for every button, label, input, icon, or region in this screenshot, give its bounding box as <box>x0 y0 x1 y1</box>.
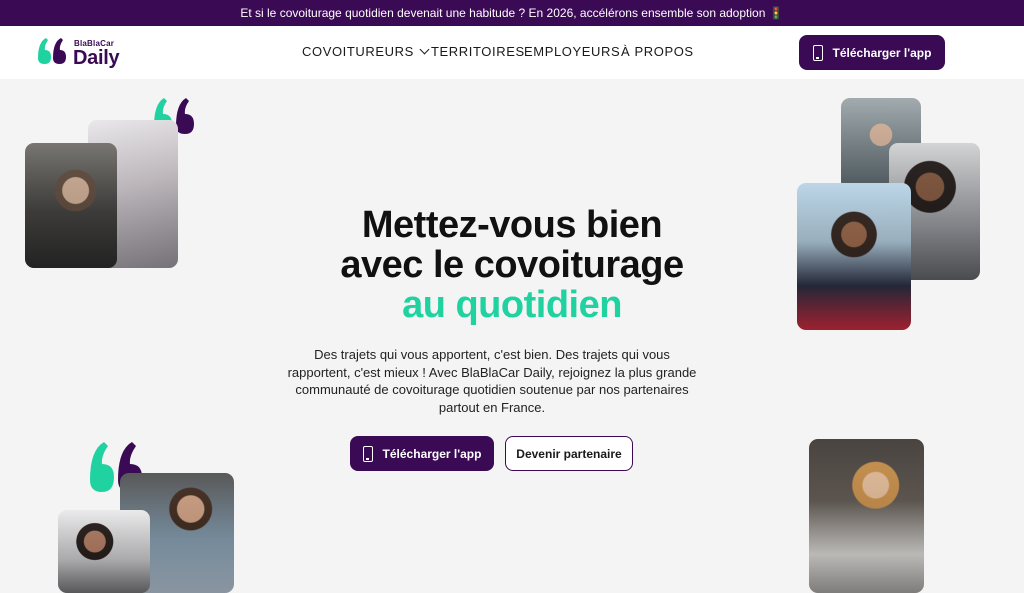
site-header: BlaBlaCar Daily COVOITUREURS TERRITOIRES… <box>0 26 1024 79</box>
become-partner-button[interactable]: Devenir partenaire <box>505 436 633 471</box>
photo-couple-car <box>809 439 924 593</box>
announcement-bar: Et si le covoiturage quotidien devenait … <box>0 0 1024 26</box>
nav-label: EMPLOYEURS <box>524 44 621 59</box>
hero-download-app-button[interactable]: Télécharger l'app <box>350 436 494 471</box>
logo-text-big: Daily <box>73 47 120 69</box>
button-label: Télécharger l'app <box>382 446 482 461</box>
phone-icon <box>812 44 823 61</box>
hero-line-3: au quotidien <box>402 284 622 326</box>
hero-lead: Des trajets qui vous apportent, c'est bi… <box>287 347 697 415</box>
nav-label: COVOITUREURS <box>302 44 414 59</box>
nav-a-propos[interactable]: À PROPOS <box>621 44 694 59</box>
nav-covoitureurs[interactable]: COVOITUREURS <box>302 44 430 59</box>
announcement-text: Et si le covoiturage quotidien devenait … <box>240 6 784 20</box>
header-download-app-button[interactable]: Télécharger l'app <box>799 35 945 70</box>
nav-employeurs[interactable]: EMPLOYEURS <box>524 44 620 59</box>
button-label: Télécharger l'app <box>832 45 932 60</box>
chevron-down-icon <box>419 44 430 55</box>
nav-label: TERRITOIRES <box>431 44 525 59</box>
nav-territoires[interactable]: TERRITOIRES <box>431 44 525 59</box>
blablacar-daily-logo[interactable]: BlaBlaCar Daily <box>36 36 126 70</box>
hero-line-2: avec le covoiturage <box>340 244 684 286</box>
logo-mark-icon <box>38 38 66 64</box>
hero-line-1: Mettez-vous bien <box>361 204 663 246</box>
button-label: Devenir partenaire <box>516 446 622 461</box>
photo-woman-driving <box>58 510 150 593</box>
phone-icon <box>362 445 373 462</box>
hero-headline: Mettez-vous bien avec le covoiturage au … <box>0 205 1024 325</box>
nav-label: À PROPOS <box>621 44 694 59</box>
